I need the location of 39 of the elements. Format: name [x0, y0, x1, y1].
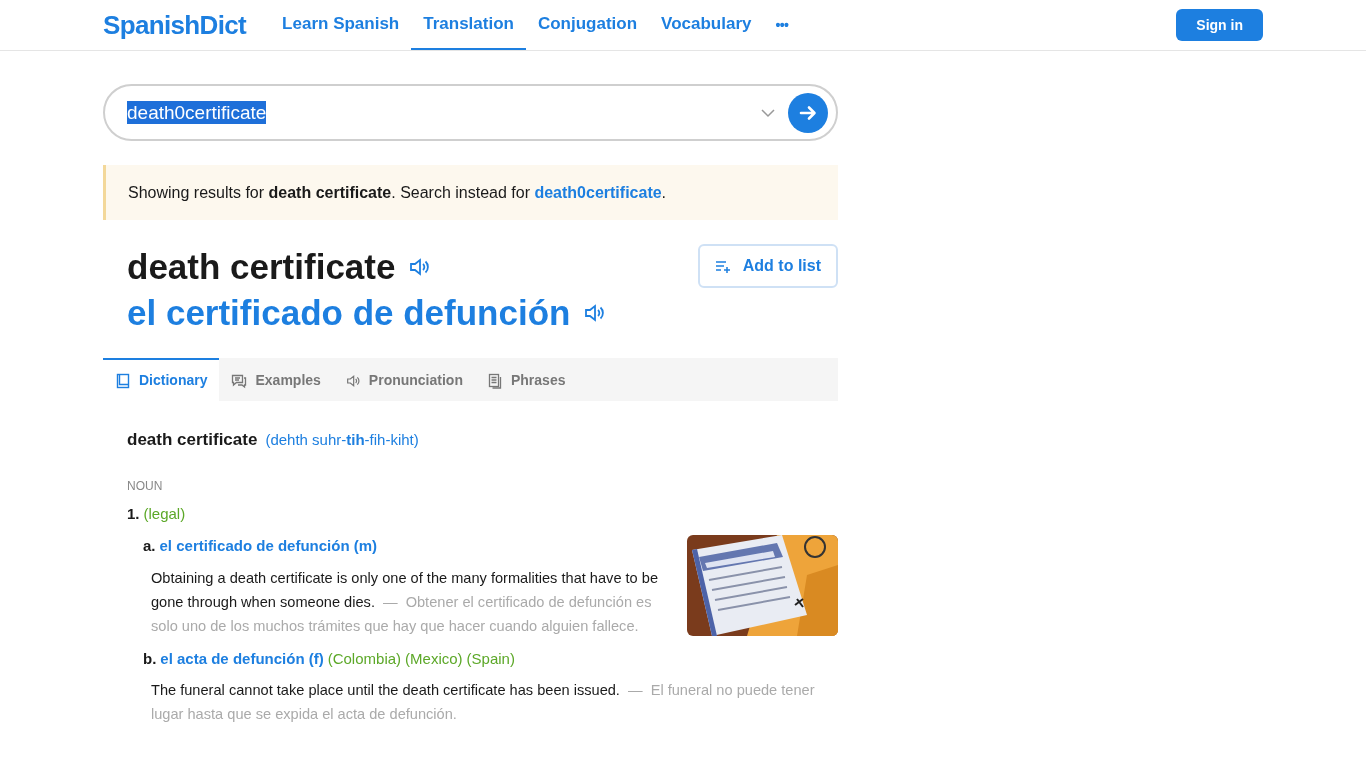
tab[interactable]: Phrases: [474, 358, 578, 401]
speaker-icon[interactable]: [407, 255, 432, 279]
document-icon: [486, 372, 503, 389]
nav-link[interactable]: Vocabulary: [649, 0, 764, 50]
region-label: (Colombia): [327, 648, 402, 669]
submit-button[interactable]: [788, 92, 828, 133]
translation-heading: el certificado de defunción: [127, 291, 571, 334]
logo[interactable]: SpanishDict: [103, 5, 247, 45]
search-value: death0certificate: [127, 100, 267, 125]
more-button[interactable]: •••: [763, 14, 801, 36]
part-of-speech: NOUN: [127, 477, 164, 495]
sense-letter: b.: [143, 648, 157, 669]
tab[interactable]: Pronunciation: [332, 358, 475, 401]
notice-text: Showing results for death certificate. Search instead for death0certificate.: [128, 182, 667, 203]
nav-link[interactable]: Learn Spanish: [270, 0, 412, 50]
example-sentence: The funeral cannot take place until the death certificate has been issued. — El funeral no puede tener lugar hasta que se expida el acta de defunción.: [150, 681, 816, 724]
sense-number: 1.: [127, 503, 140, 524]
search-instead-link[interactable]: death0certificate: [534, 183, 662, 201]
sign-in-button[interactable]: Sign in: [1176, 9, 1263, 41]
tab[interactable]: Examples: [219, 358, 333, 401]
tab[interactable]: Dictionary: [103, 358, 220, 401]
sense-translation-link[interactable]: el certificado de defunción (m): [159, 535, 378, 558]
chat-icon: [231, 372, 248, 389]
sense-letter: a.: [143, 536, 156, 556]
speaker-icon[interactable]: [582, 301, 607, 325]
region-label: (Mexico): [405, 648, 463, 669]
example-sentence: Obtaining a death certificate is only one of the many formalities that have to be gone through when someone dies. — Obtener el certificado de defunción es solo uno de los muchos trámites que hay que hacer cuando alguien fallece.: [150, 568, 660, 636]
nav-link[interactable]: Conjugation: [525, 0, 650, 50]
region-label: (Spain): [466, 648, 515, 669]
context-label: (legal): [143, 503, 186, 524]
sense-translation-link[interactable]: el acta de defunción (f): [160, 647, 324, 670]
search-field[interactable]: death0certificate: [103, 84, 838, 141]
entry-word: death certificate: [127, 429, 258, 451]
pronunciation: (dehth suhr-tih-fih-kiht): [265, 430, 419, 450]
add-to-list-button[interactable]: Add to list: [697, 244, 838, 288]
headword: death certificate: [127, 245, 396, 288]
add-to-list-icon: [714, 258, 731, 274]
book-icon: [115, 372, 131, 389]
nav-link[interactable]: Translation: [411, 0, 526, 50]
